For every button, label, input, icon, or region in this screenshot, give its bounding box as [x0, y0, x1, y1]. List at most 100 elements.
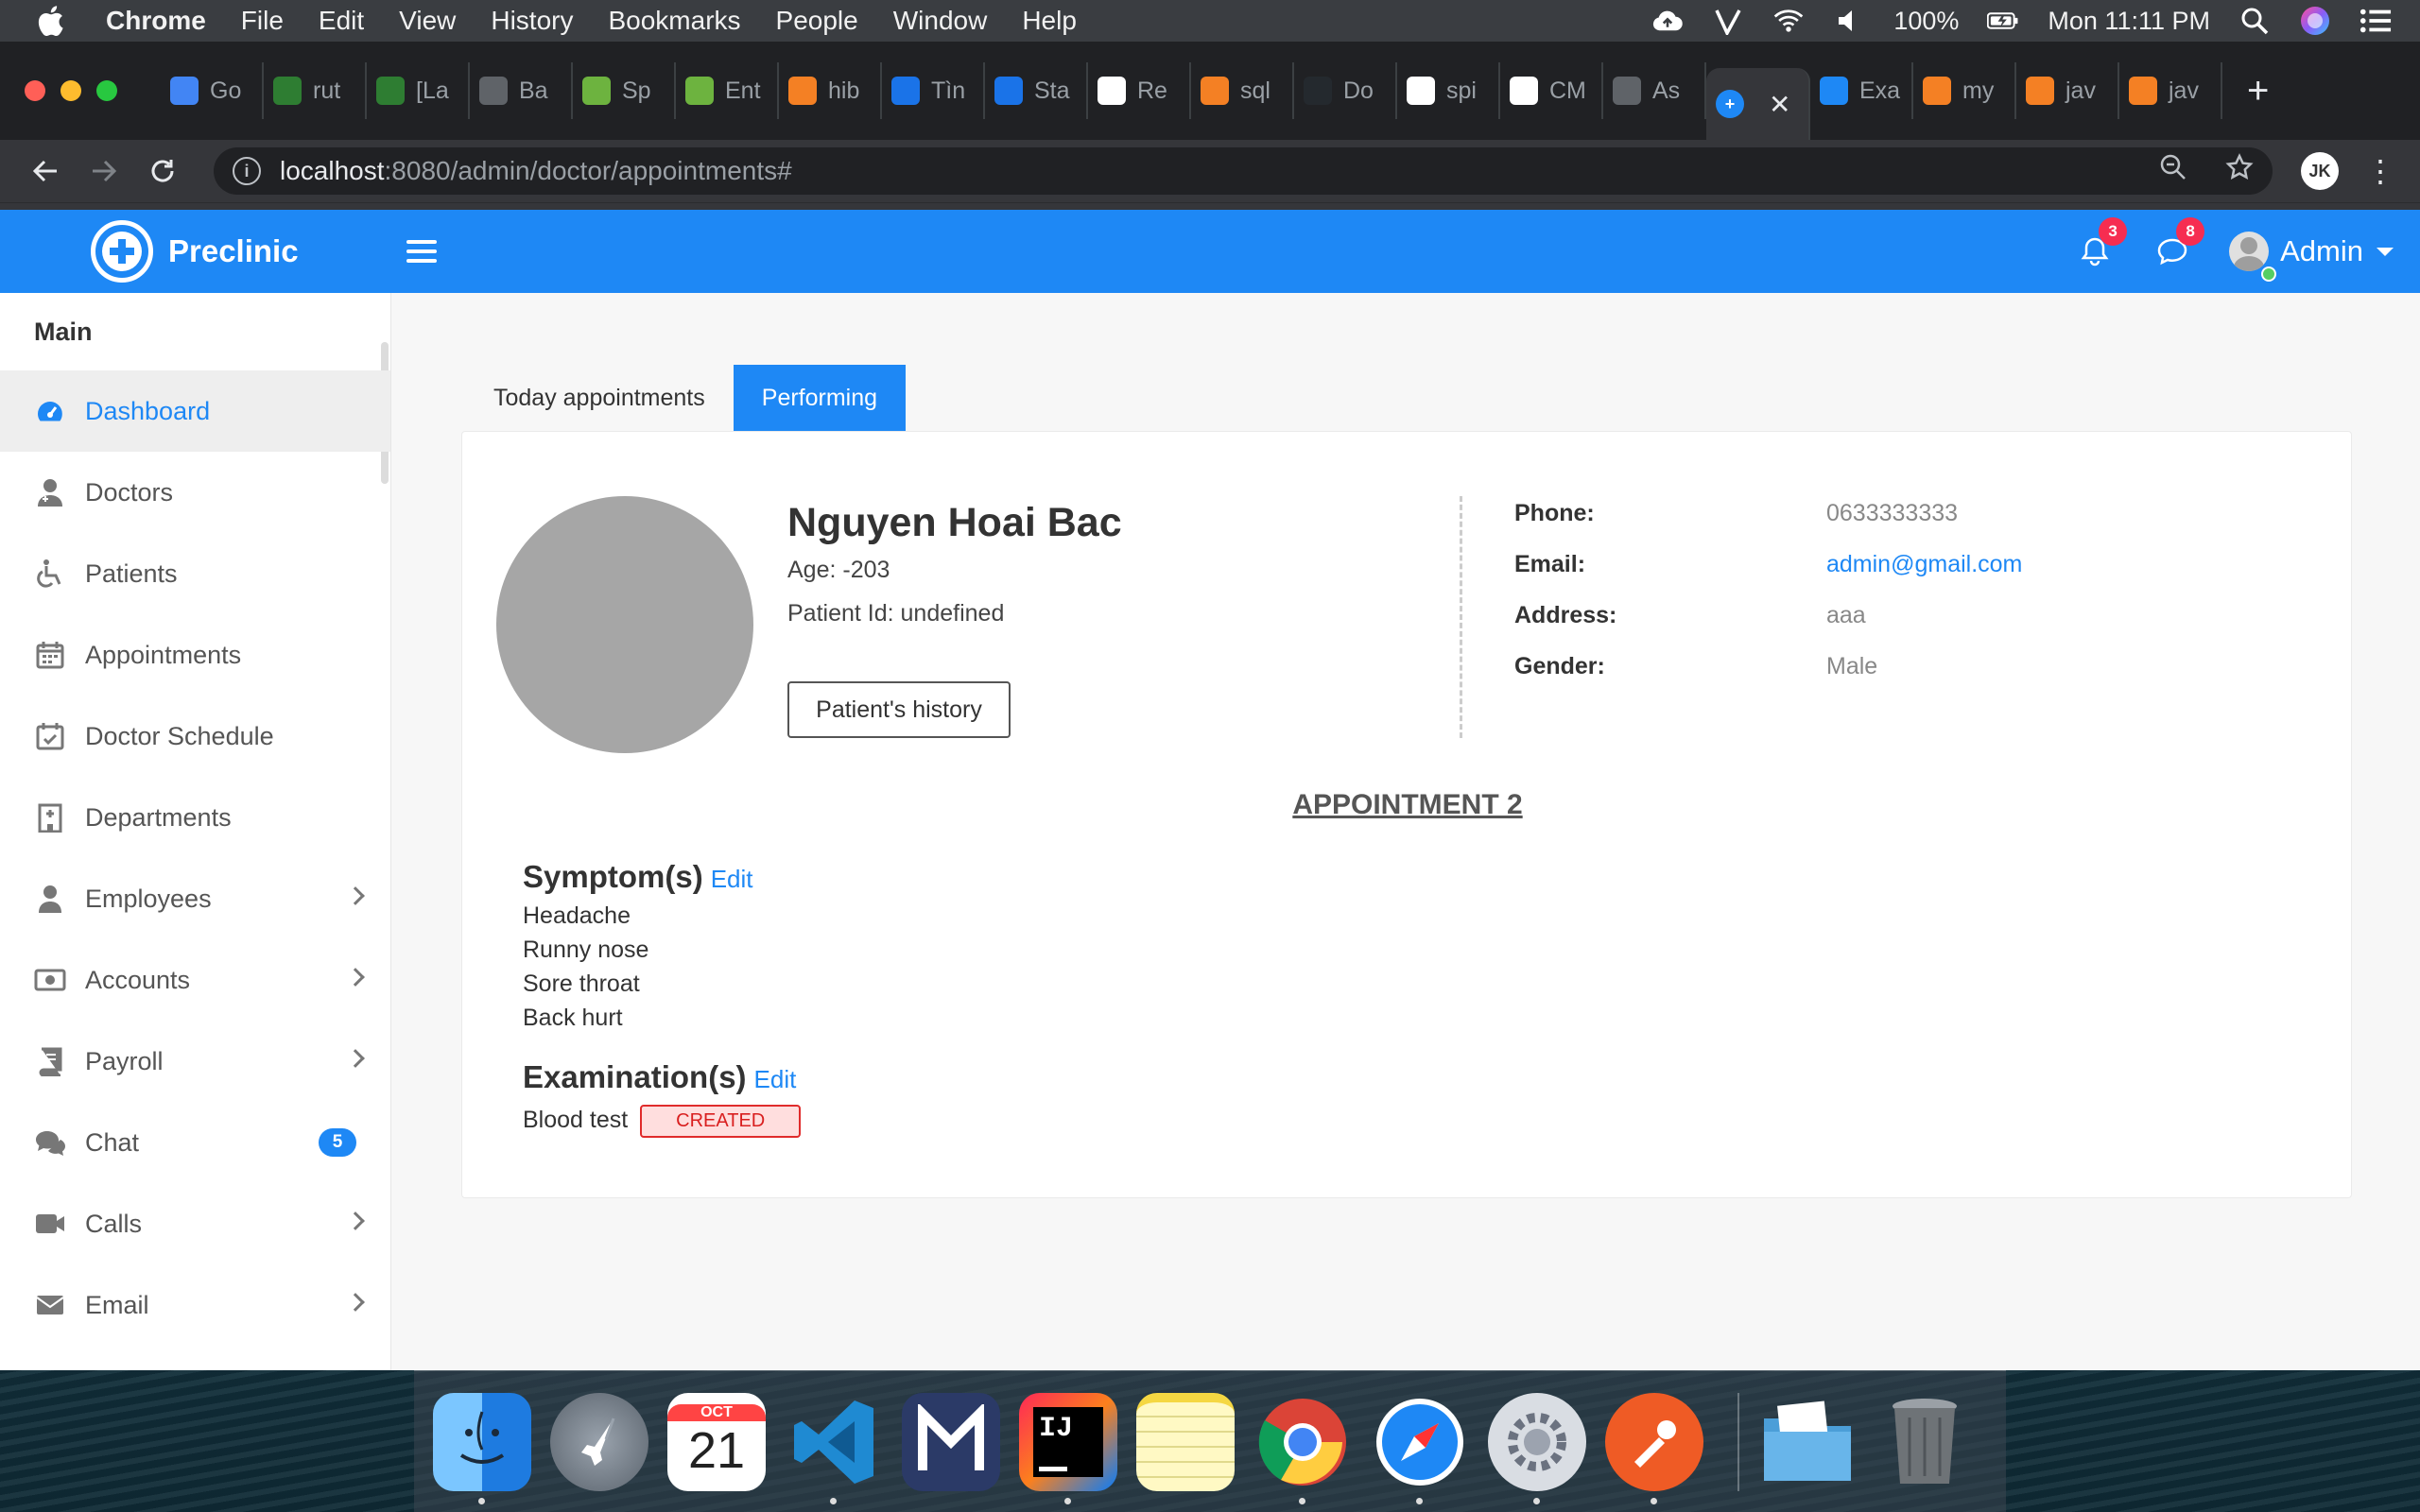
zoom-icon[interactable]: [2159, 153, 2187, 189]
message-count-badge: 8: [2176, 217, 2205, 246]
tab-favicon-icon: [1510, 77, 1538, 105]
siri-icon[interactable]: [2299, 5, 2331, 37]
sidebar-item-doctor-schedule[interactable]: Doctor Schedule: [0, 696, 390, 777]
menu-edit[interactable]: Edit: [319, 6, 364, 36]
profile-avatar[interactable]: JK: [2301, 152, 2339, 190]
browser-tab[interactable]: Do: [1294, 62, 1397, 119]
spotlight-search-icon[interactable]: [2238, 5, 2271, 37]
sidebar-item-accounts[interactable]: Accounts: [0, 939, 390, 1021]
menu-toggle-icon[interactable]: [406, 240, 437, 263]
email-link[interactable]: admin@gmail.com: [1826, 551, 2022, 578]
tab-today-appointments[interactable]: Today appointments: [465, 365, 734, 431]
symptoms-title: Symptom(s): [523, 859, 703, 894]
reload-icon[interactable]: [144, 152, 182, 190]
postman-icon[interactable]: [1605, 1392, 1703, 1504]
forward-icon[interactable]: [85, 152, 123, 190]
browser-menu-icon[interactable]: ⋮: [2365, 153, 2395, 189]
browser-tab[interactable]: Sp: [573, 62, 676, 119]
browser-tab[interactable]: Exa: [1810, 62, 1913, 119]
browser-tab[interactable]: Sta: [985, 62, 1088, 119]
browser-tab[interactable]: my: [1913, 62, 2016, 119]
tab-title: Ent: [725, 77, 761, 104]
chrome-icon[interactable]: [1253, 1393, 1352, 1504]
sidebar-item-patients[interactable]: Patients: [0, 533, 390, 614]
tab-performing[interactable]: Performing: [733, 365, 907, 431]
sidebar-item-chat[interactable]: Chat 5: [0, 1102, 390, 1183]
browser-tab[interactable]: Ba: [470, 62, 573, 119]
menu-window[interactable]: Window: [893, 6, 988, 36]
sidebar-item-email[interactable]: Email: [0, 1264, 390, 1346]
browser-tab[interactable]: spi: [1397, 62, 1500, 119]
menubar-clock[interactable]: Mon 11:11 PM: [2048, 7, 2210, 36]
battery-icon[interactable]: [1987, 5, 2019, 37]
browser-tab[interactable]: [La: [367, 62, 470, 119]
calendar-app-icon[interactable]: OCT 21: [667, 1392, 766, 1491]
notification-center-icon[interactable]: [2360, 5, 2392, 37]
launchpad-icon[interactable]: [550, 1392, 648, 1491]
finder-icon[interactable]: [433, 1392, 531, 1504]
address-bar[interactable]: i localhost:8080/admin/doctor/appointmen…: [214, 147, 2273, 195]
dashboard-icon: [34, 395, 66, 427]
browser-tab[interactable]: sql: [1191, 62, 1294, 119]
zoom-window-button[interactable]: [96, 80, 117, 101]
notifications-bell-icon[interactable]: 3: [2074, 217, 2128, 272]
sidebar-item-departments[interactable]: Departments: [0, 777, 390, 858]
menu-view[interactable]: View: [399, 6, 456, 36]
menu-people[interactable]: People: [776, 6, 858, 36]
sidebar: Main Dashboard Doctors Patients Appointment…: [0, 293, 391, 1370]
sidebar-item-doctors[interactable]: Doctors: [0, 452, 390, 533]
messages-icon[interactable]: 8: [2152, 217, 2205, 272]
menu-file[interactable]: File: [241, 6, 284, 36]
browser-tab[interactable]: hib: [779, 62, 882, 119]
menu-history[interactable]: History: [491, 6, 573, 36]
intellij-icon[interactable]: IJ: [1019, 1392, 1117, 1504]
close-window-button[interactable]: [25, 80, 45, 101]
wifi-icon[interactable]: [1772, 5, 1805, 37]
sidebar-item-dashboard[interactable]: Dashboard: [0, 370, 390, 452]
azure-data-studio-icon[interactable]: [902, 1392, 1000, 1491]
browser-tab[interactable]: CM: [1500, 62, 1603, 119]
site-info-icon[interactable]: i: [233, 157, 261, 185]
gender-value: Male: [1826, 653, 1878, 679]
user-menu[interactable]: Admin: [2229, 232, 2394, 271]
sidebar-item-payroll[interactable]: Payroll: [0, 1021, 390, 1102]
browser-tab[interactable]: jav: [2016, 62, 2119, 119]
trash-icon[interactable]: [1876, 1393, 1974, 1491]
browser-tab[interactable]: Go: [161, 62, 264, 119]
browser-tab[interactable]: jav: [2119, 62, 2222, 119]
close-tab-icon[interactable]: ✕: [1769, 89, 1790, 120]
apple-icon[interactable]: [36, 5, 78, 37]
tab-favicon-icon: [2026, 77, 2054, 105]
browser-tab[interactable]: Re: [1088, 62, 1191, 119]
sidebar-item-appointments[interactable]: Appointments: [0, 614, 390, 696]
edit-symptoms-link[interactable]: Edit: [711, 865, 753, 894]
minimize-window-button[interactable]: [60, 80, 81, 101]
browser-tab[interactable]: rut: [264, 62, 367, 119]
volume-icon[interactable]: [1833, 5, 1865, 37]
bookmark-star-icon[interactable]: [2225, 153, 2254, 189]
system-preferences-icon[interactable]: [1488, 1392, 1586, 1504]
sidebar-item-calls[interactable]: Calls: [0, 1183, 390, 1264]
notes-icon[interactable]: [1136, 1392, 1235, 1491]
browser-tab[interactable]: Ent: [676, 62, 779, 119]
tab-favicon-icon: [891, 77, 920, 105]
menu-help[interactable]: Help: [1022, 6, 1077, 36]
browser-tab-active[interactable]: + ✕: [1706, 68, 1810, 140]
tab-favicon-icon: [1407, 77, 1435, 105]
tab-title: my: [1962, 77, 1995, 104]
brand-logo[interactable]: Preclinic: [91, 220, 299, 283]
patient-history-button[interactable]: Patient's history: [787, 681, 1011, 738]
edit-examinations-link[interactable]: Edit: [754, 1065, 797, 1094]
cloud-upload-icon[interactable]: [1651, 5, 1684, 37]
back-icon[interactable]: [26, 152, 64, 190]
new-tab-button[interactable]: +: [2247, 70, 2269, 112]
safari-icon[interactable]: [1371, 1393, 1469, 1504]
menu-bookmarks[interactable]: Bookmarks: [608, 6, 740, 36]
browser-tab[interactable]: As: [1603, 62, 1706, 119]
documents-folder-icon[interactable]: [1758, 1393, 1857, 1491]
browser-tab[interactable]: Tìn: [882, 62, 985, 119]
vscode-icon[interactable]: [785, 1393, 883, 1504]
vivaldi-icon[interactable]: [1712, 5, 1744, 37]
sidebar-item-employees[interactable]: Employees: [0, 858, 390, 939]
menu-app-name[interactable]: Chrome: [106, 6, 206, 36]
